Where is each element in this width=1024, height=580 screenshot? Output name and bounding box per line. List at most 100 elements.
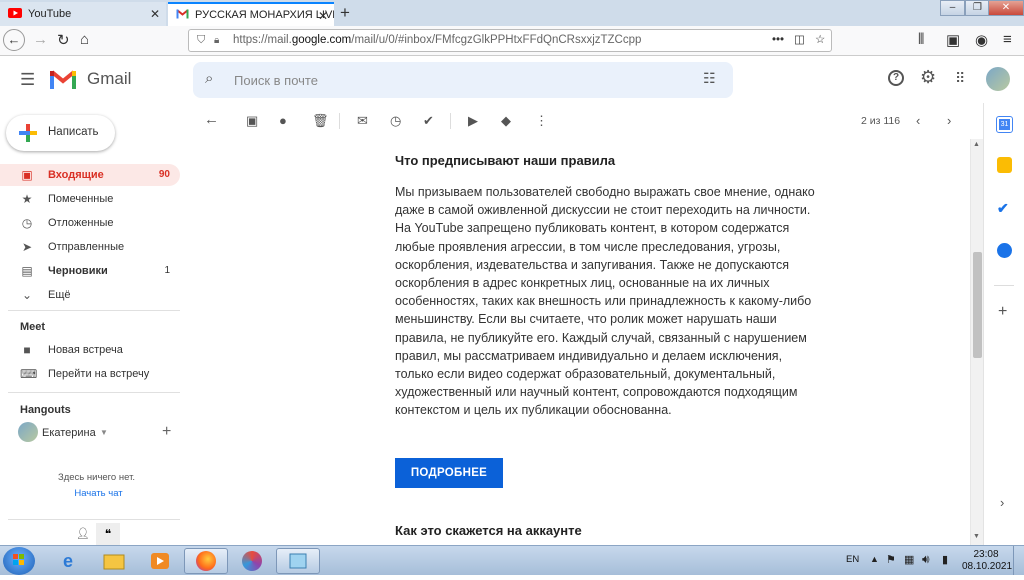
archive-icon[interactable]: ▣	[246, 113, 258, 129]
unread-count: 90	[158, 169, 170, 180]
search-icon[interactable]: ⌕	[205, 70, 213, 87]
sidebar-item-label: Новая встреча	[48, 344, 123, 356]
vertical-scrollbar[interactable]: ▲ ▼	[970, 139, 983, 545]
notepad-icon[interactable]	[276, 548, 320, 574]
media-player-icon[interactable]	[138, 548, 182, 574]
home-button[interactable]: ⌂	[80, 31, 89, 48]
compose-button[interactable]: Написать	[6, 115, 115, 151]
main-menu-icon[interactable]: ☰	[20, 70, 35, 90]
sidebar-item-label: Помеченные	[48, 193, 114, 205]
new-meeting-item[interactable]: ■ Новая встреча	[0, 339, 180, 361]
close-tab-icon[interactable]: ✕	[150, 7, 160, 21]
page-actions-icon[interactable]: •••	[772, 30, 784, 51]
sidebar-item-label: Перейти на встречу	[48, 368, 150, 380]
new-tab-button[interactable]: +	[340, 3, 350, 23]
hangouts-chat-icon[interactable]: ❝	[96, 523, 120, 545]
send-icon: ➤	[21, 240, 33, 254]
hangouts-heading: Hangouts	[20, 404, 71, 416]
clock-time: 23:08	[973, 549, 999, 560]
hangouts-avatar[interactable]	[18, 422, 38, 442]
tray-expand-icon[interactable]: ▲	[870, 554, 879, 564]
firefox-icon[interactable]	[184, 548, 228, 574]
search-options-icon[interactable]: ☷	[703, 70, 716, 87]
sidebar-item-more[interactable]: ⌄ Ещё	[0, 284, 180, 306]
library-icon[interactable]: ⫴	[918, 31, 924, 48]
menu-icon[interactable]: ≡	[1003, 31, 1012, 48]
add-task-icon[interactable]: ✔	[423, 113, 434, 129]
gmail-logo-text: Gmail	[87, 69, 132, 88]
tab-youtube[interactable]: YouTube ✕	[0, 2, 166, 26]
more-options-icon[interactable]: ⋮	[535, 113, 548, 129]
reload-button[interactable]: ↻	[57, 31, 70, 49]
gmail-logo-icon[interactable]	[50, 69, 76, 94]
scroll-down-icon[interactable]: ▼	[973, 533, 980, 540]
volume-icon[interactable]: 🔊︎	[922, 552, 930, 567]
sidebar-item-drafts[interactable]: ▤ Черновики 1	[0, 260, 180, 282]
bookmark-star-icon[interactable]: ☆	[815, 30, 825, 51]
sidebar-item-snoozed[interactable]: ◷ Отложенные	[0, 212, 180, 234]
url-bar[interactable]: ⛉ 🔒︎ https://mail.google.com/mail/u/0/#i…	[188, 29, 832, 52]
hangouts-user-name[interactable]: Екатерина	[42, 427, 96, 439]
delete-icon[interactable]: 🗑︎	[312, 113, 329, 129]
calendar-icon[interactable]: 31	[996, 116, 1013, 133]
start-chat-link[interactable]: Начать чат	[0, 488, 197, 499]
mark-unread-icon[interactable]: ✉	[357, 113, 368, 129]
start-button[interactable]	[3, 547, 35, 575]
scroll-up-icon[interactable]: ▲	[973, 141, 980, 148]
caret-down-icon[interactable]: ▼	[100, 428, 108, 437]
back-button[interactable]: ←	[3, 29, 25, 51]
show-desktop-button[interactable]	[1013, 546, 1024, 575]
snooze-icon[interactable]: ◷	[390, 113, 401, 129]
search-input[interactable]: Поиск в почте	[234, 73, 318, 88]
settings-gear-icon[interactable]: ⚙	[920, 67, 936, 88]
sidebar-item-inbox[interactable]: ▣ Входящие 90	[0, 164, 180, 186]
draft-icon: ▤	[21, 264, 33, 278]
keep-icon[interactable]	[997, 157, 1012, 173]
sidebar-icon[interactable]: ▣	[946, 31, 960, 49]
keyboard-icon: ⌨	[20, 367, 38, 381]
sidebar-item-sent[interactable]: ➤ Отправленные	[0, 236, 180, 258]
url-domain: google.com	[291, 34, 352, 46]
avatar[interactable]	[986, 67, 1010, 91]
back-to-inbox-icon[interactable]: ←	[204, 111, 219, 128]
search-bar[interactable]: ⌕ Поиск в почте ☷	[193, 62, 733, 98]
add-addon-icon[interactable]: +	[998, 303, 1007, 321]
language-indicator[interactable]: EN	[846, 554, 859, 565]
expand-panel-icon[interactable]: ›	[1000, 495, 1004, 510]
restore-button[interactable]: ❐	[965, 0, 990, 16]
scrollbar-thumb[interactable]	[973, 252, 982, 358]
internet-explorer-icon[interactable]: e	[46, 548, 90, 574]
browser-app-icon[interactable]	[230, 548, 274, 574]
report-spam-icon[interactable]: ●	[279, 113, 287, 128]
newer-chevron-icon[interactable]: ‹	[916, 113, 920, 128]
panel-divider	[994, 285, 1014, 286]
sidebar-item-label: Отправленные	[48, 241, 125, 253]
pocket-icon[interactable]: ◫	[794, 30, 805, 51]
account-icon[interactable]: ◉	[975, 31, 988, 49]
add-contact-icon[interactable]: +	[162, 423, 171, 441]
clock[interactable]: 23:08 08.10.2021	[962, 549, 1012, 573]
forward-button[interactable]: →	[33, 31, 48, 48]
contacts-icon[interactable]	[997, 243, 1012, 258]
minimize-button[interactable]: ‒	[940, 0, 965, 16]
move-to-icon[interactable]: ▶	[468, 113, 478, 129]
close-tab-icon[interactable]: ✕	[318, 9, 328, 23]
tasks-icon[interactable]: ✔	[997, 200, 1009, 217]
battery-icon[interactable]: ▮	[942, 553, 948, 566]
inbox-icon: ▣	[21, 168, 33, 182]
label-icon[interactable]: ◆	[501, 113, 511, 129]
older-chevron-icon[interactable]: ›	[947, 113, 951, 128]
help-icon[interactable]: ?	[888, 70, 904, 86]
file-explorer-icon[interactable]	[92, 548, 136, 574]
window-close-button[interactable]: ✕	[988, 0, 1024, 16]
person-icon[interactable]: 👤︎	[76, 527, 90, 540]
learn-more-button[interactable]: ПОДРОБНЕЕ	[395, 458, 503, 488]
network-icon[interactable]: ▦	[904, 553, 914, 566]
sidebar-item-starred[interactable]: ★ Помеченные	[0, 188, 180, 210]
apps-grid-icon[interactable]: ⠿	[955, 70, 965, 87]
join-meeting-item[interactable]: ⌨ Перейти на встречу	[0, 363, 180, 385]
sidebar-item-label: Входящие	[48, 169, 104, 181]
compose-label: Написать	[48, 126, 99, 138]
flag-icon[interactable]: ⚑	[886, 553, 896, 566]
tab-gmail[interactable]: РУССКАЯ МОНАРХИЯ LIVE, ва ✕	[168, 2, 334, 26]
